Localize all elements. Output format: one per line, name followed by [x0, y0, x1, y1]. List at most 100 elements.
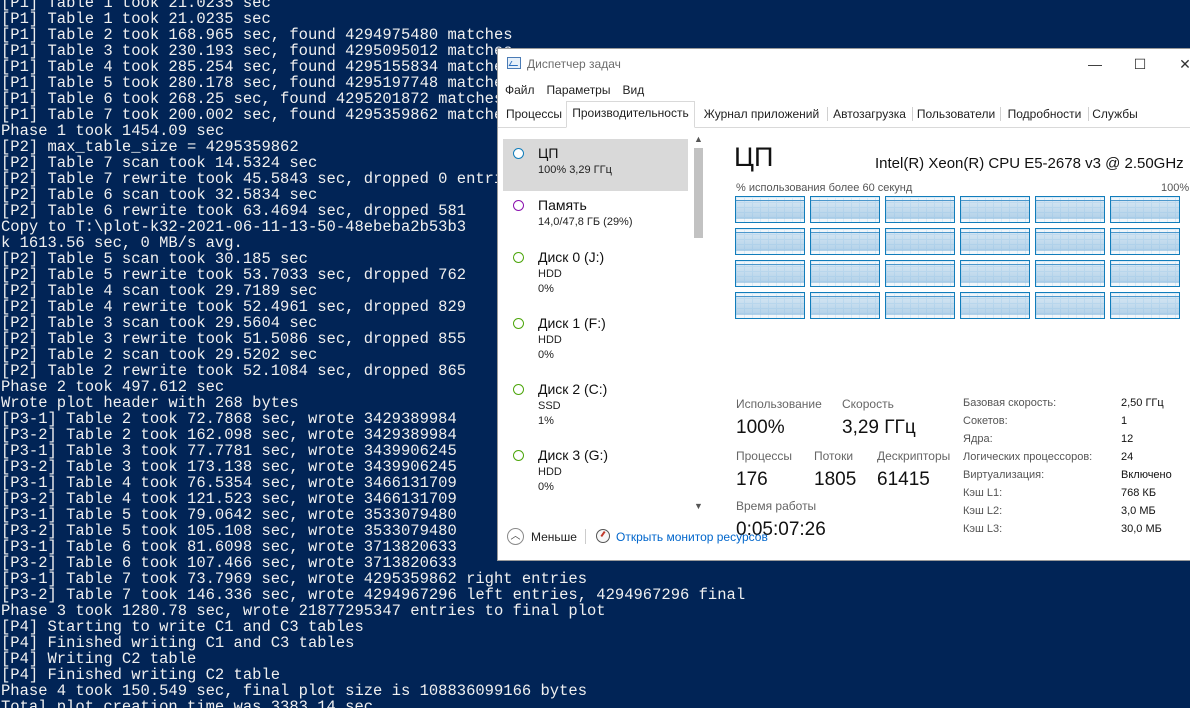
memory-indicator-icon [513, 200, 524, 211]
cores-label: Ядра: [963, 433, 993, 445]
chevron-up-icon[interactable]: ︿ [507, 528, 524, 545]
logical-cpu-graph [735, 260, 805, 287]
tab-users[interactable]: Пользователи [913, 103, 999, 127]
resource-usage: 0% [538, 283, 554, 295]
resource-disk-1[interactable]: Диск 1 (F:) HDD 0% [503, 309, 688, 361]
logical-cpu-graph [960, 292, 1030, 319]
minimize-button[interactable]: — [1072, 49, 1118, 79]
tab-startup[interactable]: Автозагрузка [828, 103, 911, 127]
logical-cpu-graph [810, 228, 880, 255]
fewer-details-button[interactable]: Меньше [531, 530, 577, 544]
threads-label: Потоки [814, 449, 854, 463]
logical-processors-value: 24 [1121, 451, 1134, 463]
l2-cache-value: 3,0 МБ [1121, 505, 1156, 517]
scrollbar-thumb[interactable] [694, 148, 703, 238]
resource-type: HDD [538, 268, 562, 280]
resource-usage: 0% [538, 349, 554, 361]
l1-cache-value: 768 КБ [1121, 487, 1157, 499]
logical-processor-graphs[interactable] [735, 196, 1190, 326]
logical-cpu-graph [735, 196, 805, 223]
disk-indicator-icon [513, 318, 524, 329]
logical-cpu-graph [885, 292, 955, 319]
cpu-model: Intel(R) Xeon(R) CPU E5-2678 v3 @ 2.50GH… [875, 155, 1184, 172]
logical-cpu-graph [1110, 196, 1180, 223]
logical-cpu-graph [885, 260, 955, 287]
task-manager-app-icon [507, 57, 521, 69]
resource-type: SSD [538, 400, 561, 412]
processes-label: Процессы [736, 449, 793, 463]
console-line: [P4] Writing C2 table [1, 650, 197, 668]
threads-value: 1805 [814, 469, 857, 490]
title-bar[interactable]: Диспетчер задач — ☐ ✕ [498, 49, 1190, 79]
cpu-indicator-icon [513, 148, 524, 159]
logical-cpu-graph [960, 196, 1030, 223]
resource-detail: 100% 3,29 ГГц [538, 164, 612, 176]
resource-type: HDD [538, 334, 562, 346]
resource-monitor-icon [596, 529, 610, 543]
tab-processes[interactable]: Процессы [501, 103, 567, 127]
disk-indicator-icon [513, 450, 524, 461]
logical-cpu-graph [960, 228, 1030, 255]
resource-type: HDD [538, 466, 562, 478]
logical-cpu-graph [810, 292, 880, 319]
logical-cpu-graph [1035, 196, 1105, 223]
utilization-max: 100% [1161, 182, 1190, 194]
console-line: [P1] Table 2 took 168.965 sec, found 429… [1, 26, 513, 44]
resource-name: Диск 2 (C:) [538, 381, 608, 397]
usage-value: 100% [736, 417, 785, 438]
logical-cpu-graph [885, 228, 955, 255]
resource-detail: 14,0/47,8 ГБ (29%) [538, 216, 633, 228]
logical-cpu-graph [1110, 292, 1180, 319]
disk-indicator-icon [513, 384, 524, 395]
uptime-label: Время работы [736, 499, 817, 513]
processes-value: 176 [736, 469, 768, 490]
resource-disk-2[interactable]: Диск 2 (C:) SSD 1% [503, 375, 688, 427]
logical-cpu-graph [1035, 228, 1105, 255]
tab-app-history[interactable]: Журнал приложений [698, 103, 825, 127]
tab-divider [1000, 107, 1001, 121]
console-line: Phase 4 took 150.549 sec, final plot siz… [1, 682, 587, 700]
scroll-up-arrow-icon[interactable]: ▲ [692, 133, 705, 146]
utilization-label: % использования более 60 секунд [736, 182, 913, 194]
console-line: Phase 3 took 1280.78 sec, wrote 21877295… [1, 602, 606, 620]
menu-options[interactable]: Параметры [541, 80, 617, 100]
open-resource-monitor-link[interactable]: Открыть монитор ресурсов [616, 530, 768, 544]
virtualization-value: Включено [1121, 469, 1172, 481]
console-line: [P1] Table 1 took 21.0235 sec [1, 10, 271, 28]
resource-usage: 1% [538, 415, 554, 427]
footer-bar: ︿ Меньше Открыть монитор ресурсов [498, 522, 1190, 552]
maximize-button[interactable]: ☐ [1117, 49, 1163, 79]
resource-usage: 0% [538, 481, 554, 493]
tab-performance[interactable]: Производительность [566, 101, 695, 128]
tab-details[interactable]: Подробности [1002, 103, 1087, 127]
logical-cpu-graph [1035, 292, 1105, 319]
resource-list-scrollbar[interactable]: ▲ ▼ [692, 133, 705, 513]
cpu-title: ЦП [734, 142, 774, 172]
resource-cpu[interactable]: ЦП 100% 3,29 ГГц [503, 139, 688, 191]
l1-cache-label: Кэш L1: [963, 487, 1003, 499]
window-title: Диспетчер задач [527, 57, 621, 71]
scroll-down-arrow-icon[interactable]: ▼ [692, 500, 705, 513]
disk-indicator-icon [513, 252, 524, 263]
logical-cpu-graph [735, 292, 805, 319]
logical-cpu-graph [1035, 260, 1105, 287]
menu-view[interactable]: Вид [616, 80, 650, 100]
resource-name: ЦП [538, 145, 559, 161]
sockets-label: Сокетов: [963, 415, 1008, 427]
console-line: [P4] Finished writing C2 table [1, 666, 281, 684]
console-line: Total plot creation time was 3383.14 sec [1, 698, 374, 708]
console-line: [P4] Starting to write C1 and C3 tables [1, 618, 364, 636]
resource-disk-3[interactable]: Диск 3 (G:) HDD 0% [503, 441, 688, 493]
l2-cache-label: Кэш L2: [963, 505, 1003, 517]
task-manager-window[interactable]: Диспетчер задач — ☐ ✕ Файл Параметры Вид П… [497, 48, 1190, 561]
base-speed-label: Базовая скорость: [963, 397, 1057, 409]
logical-cpu-graph [885, 196, 955, 223]
resource-memory[interactable]: Память 14,0/47,8 ГБ (29%) [503, 191, 688, 243]
handles-label: Дескрипторы [877, 449, 951, 463]
menu-file[interactable]: Файл [498, 80, 541, 100]
resource-disk-0[interactable]: Диск 0 (J:) HDD 0% [503, 243, 688, 295]
tab-services[interactable]: Службы [1089, 103, 1141, 127]
close-button[interactable]: ✕ [1162, 49, 1190, 79]
resource-name: Память [538, 197, 587, 213]
resource-name: Диск 3 (G:) [538, 447, 609, 463]
